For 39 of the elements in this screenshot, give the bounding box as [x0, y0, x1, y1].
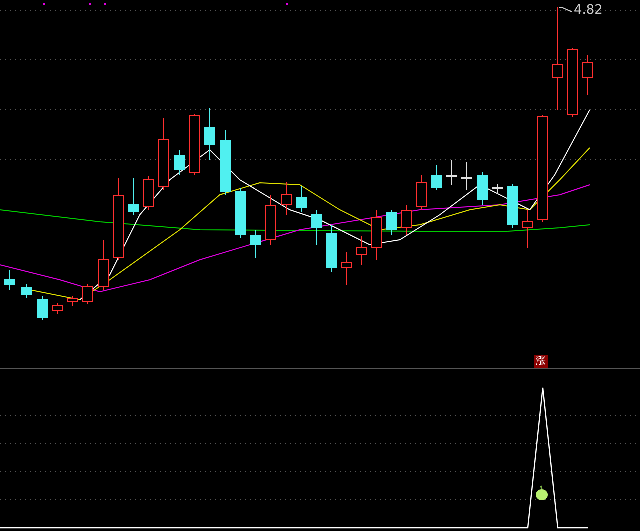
candlestick [82, 284, 94, 304]
candlestick [236, 188, 246, 238]
candlestick [282, 182, 292, 216]
candlestick [4, 270, 16, 290]
leader-line [558, 8, 572, 12]
candlestick [190, 114, 200, 176]
candlestick [68, 296, 78, 306]
signal-badge: 涨 [534, 355, 548, 368]
candlestick [402, 204, 412, 236]
candlestick [582, 54, 594, 96]
candlestick [22, 284, 32, 298]
candlestick [508, 184, 518, 228]
candlestick [98, 240, 110, 290]
apple-icon [535, 485, 549, 501]
candlestick [478, 172, 488, 206]
candlestick [326, 224, 338, 272]
candlestick [446, 160, 458, 186]
candlestick [38, 296, 48, 320]
candlestick [144, 176, 154, 210]
candlestick [128, 178, 140, 216]
candlestick [432, 164, 442, 190]
candlestick [356, 236, 368, 266]
candlestick [522, 210, 534, 248]
candlestick [462, 162, 472, 190]
candlestick [266, 194, 276, 246]
candlestick [220, 130, 232, 196]
candlestick [342, 252, 352, 286]
candlestick [250, 230, 262, 258]
high-price-label: 4.82 [574, 3, 603, 19]
candlestick [568, 48, 578, 118]
candlestick [312, 210, 322, 246]
candlestick [416, 174, 428, 210]
candlestick [386, 210, 398, 236]
candlestick [372, 210, 382, 260]
candlestick [296, 186, 308, 212]
candlestick [174, 150, 186, 176]
candlestick [492, 184, 504, 194]
candlestick [52, 302, 64, 314]
candlestick [204, 108, 216, 160]
